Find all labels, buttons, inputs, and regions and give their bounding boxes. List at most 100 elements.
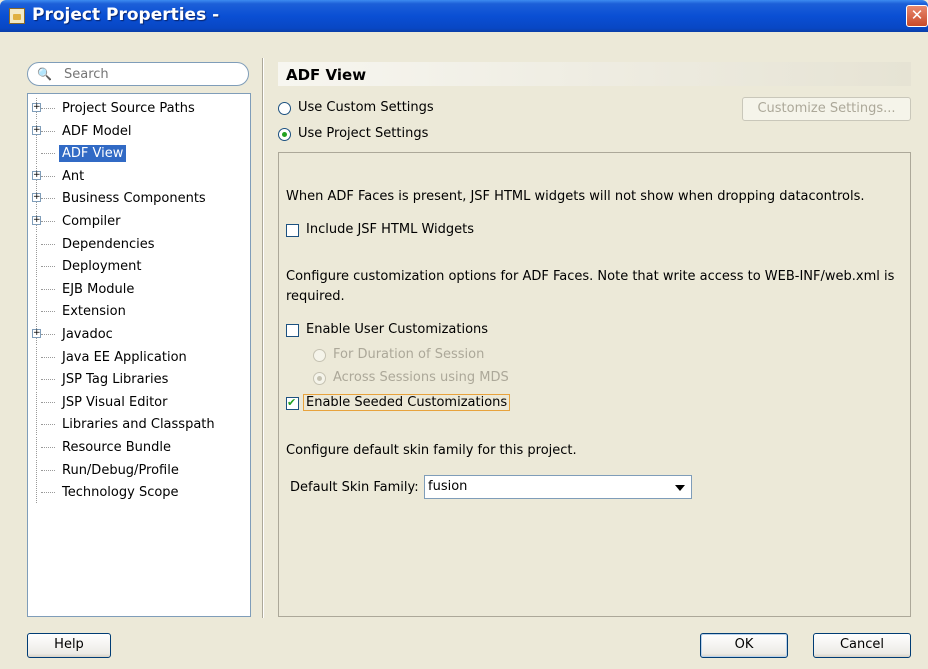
tree-item[interactable]: JSP Tag Libraries [28,369,250,391]
customize-settings-button[interactable]: Customize Settings... [742,97,911,121]
tree-connector [36,482,37,504]
tree-item[interactable]: ADF View [28,143,250,165]
tree-connector [41,401,55,403]
tree-item-label: Ant [62,168,85,184]
search-input[interactable] [64,65,234,83]
tree-connector [36,256,37,278]
across-sessions-mds-label: Across Sessions using MDS [333,370,509,385]
title-bar: Project Properties - ✕ [0,0,928,32]
tree-item[interactable]: EJB Module [28,278,250,300]
chevron-down-icon [675,485,685,491]
tree-connector [41,175,55,177]
tree-item[interactable]: + Compiler [28,211,250,232]
enable-user-customizations-label: Enable User Customizations [306,322,489,337]
tree-item-label: JSP Visual Editor [62,394,168,410]
tree-item-label: Libraries and Classpath [62,417,215,433]
tree-connector [41,469,55,471]
expand-icon[interactable]: + [32,125,41,135]
tree-item[interactable]: Run/Debug/Profile [28,459,250,481]
tree-item-label: ADF Model [62,123,132,139]
use-project-settings-label: Use Project Settings [298,126,429,141]
tree-item[interactable]: Java EE Application [28,346,250,368]
default-skin-family-label: Default Skin Family: [290,480,419,495]
tree-connector [41,108,55,109]
radio-indicator[interactable] [278,102,291,115]
tree-connector [36,233,37,255]
tree-connector [36,346,37,368]
tree-connector [41,198,55,200]
tree-connector [41,266,55,268]
tree-connector [36,391,37,413]
radio-indicator[interactable] [313,372,326,385]
tree-item-label: Deployment [62,259,142,275]
close-button[interactable]: ✕ [906,5,928,27]
for-duration-of-session-label: For Duration of Session [333,347,485,362]
checkbox-indicator[interactable] [286,324,299,337]
tree-item[interactable]: + ADF Model [28,120,250,142]
radio-indicator[interactable] [313,349,326,362]
tree-connector [36,414,37,436]
tree-connector [36,369,37,391]
checkbox-indicator[interactable] [286,396,299,410]
binoculars-icon: 🔍 [37,67,52,81]
tree-item-label: Project Source Paths [62,101,195,116]
app-icon [9,8,25,24]
tree-item[interactable]: Libraries and Classpath [28,414,250,436]
tree-item[interactable]: Resource Bundle [28,437,250,458]
tree-connector [36,301,37,323]
jsf-note: When ADF Faces is present, JSF HTML widg… [286,189,865,204]
default-skin-family-select[interactable]: fusion [424,475,692,499]
tree-connector [36,437,37,458]
tree-item[interactable]: + Business Components [28,188,250,210]
radio-indicator[interactable] [278,128,291,141]
category-tree[interactable]: + Project Source Paths + ADF Model ADF View +… [27,93,251,617]
tree-item-label: Business Components [62,191,206,207]
tree-connector [36,459,37,481]
tree-item[interactable]: JSP Visual Editor [28,391,250,413]
tree-connector [41,379,55,381]
tree-connector [41,288,55,290]
customization-note-line2: required. [286,289,345,304]
tree-item-label: JSP Tag Libraries [62,372,169,388]
tree-item[interactable]: + Project Source Paths [28,98,250,119]
tree-connector [41,424,55,426]
include-jsf-widgets-label: Include JSF HTML Widgets [306,222,475,237]
expand-icon[interactable]: + [32,103,41,112]
tree-connector [41,130,55,132]
close-icon: ✕ [910,6,924,24]
tree-connector [36,278,37,300]
splitter[interactable] [262,58,264,618]
ok-button[interactable]: OK [700,633,788,658]
tree-item-label: Resource Bundle [62,440,172,455]
tree-connector [41,243,55,245]
tree-item[interactable]: Deployment [28,256,250,278]
help-button[interactable]: Help [27,633,111,658]
use-custom-settings-label: Use Custom Settings [298,100,434,115]
tree-connector [41,334,55,335]
checkbox-indicator[interactable] [286,224,299,237]
tree-item-label: Dependencies [62,236,155,252]
tree-item[interactable]: Extension [28,301,250,323]
default-skin-family-value: fusion [428,479,468,494]
tree-item[interactable]: Technology Scope [28,482,250,504]
expand-icon[interactable]: + [32,193,41,203]
search-box[interactable]: 🔍 [27,62,249,86]
tree-connector [41,221,55,222]
page-title: ADF View [278,62,911,86]
expand-icon[interactable]: + [32,170,41,180]
expand-icon[interactable]: + [32,216,41,225]
tree-item-label: ADF View [59,145,127,163]
page-title-text: ADF View [286,66,367,84]
tree-item-label: Run/Debug/Profile [62,462,179,478]
tree-item[interactable]: + Ant [28,165,250,187]
tree-item[interactable]: Dependencies [28,233,250,255]
window-title: Project Properties - [32,5,220,25]
cancel-button[interactable]: Cancel [813,633,911,658]
tree-item[interactable]: + Javadoc [28,324,250,345]
tree-connector [41,492,55,494]
tree-connector [41,153,55,155]
tree-item-label: Compiler [62,214,121,229]
tree-connector [41,447,55,448]
tree-connector [36,143,37,165]
expand-icon[interactable]: + [32,329,41,338]
